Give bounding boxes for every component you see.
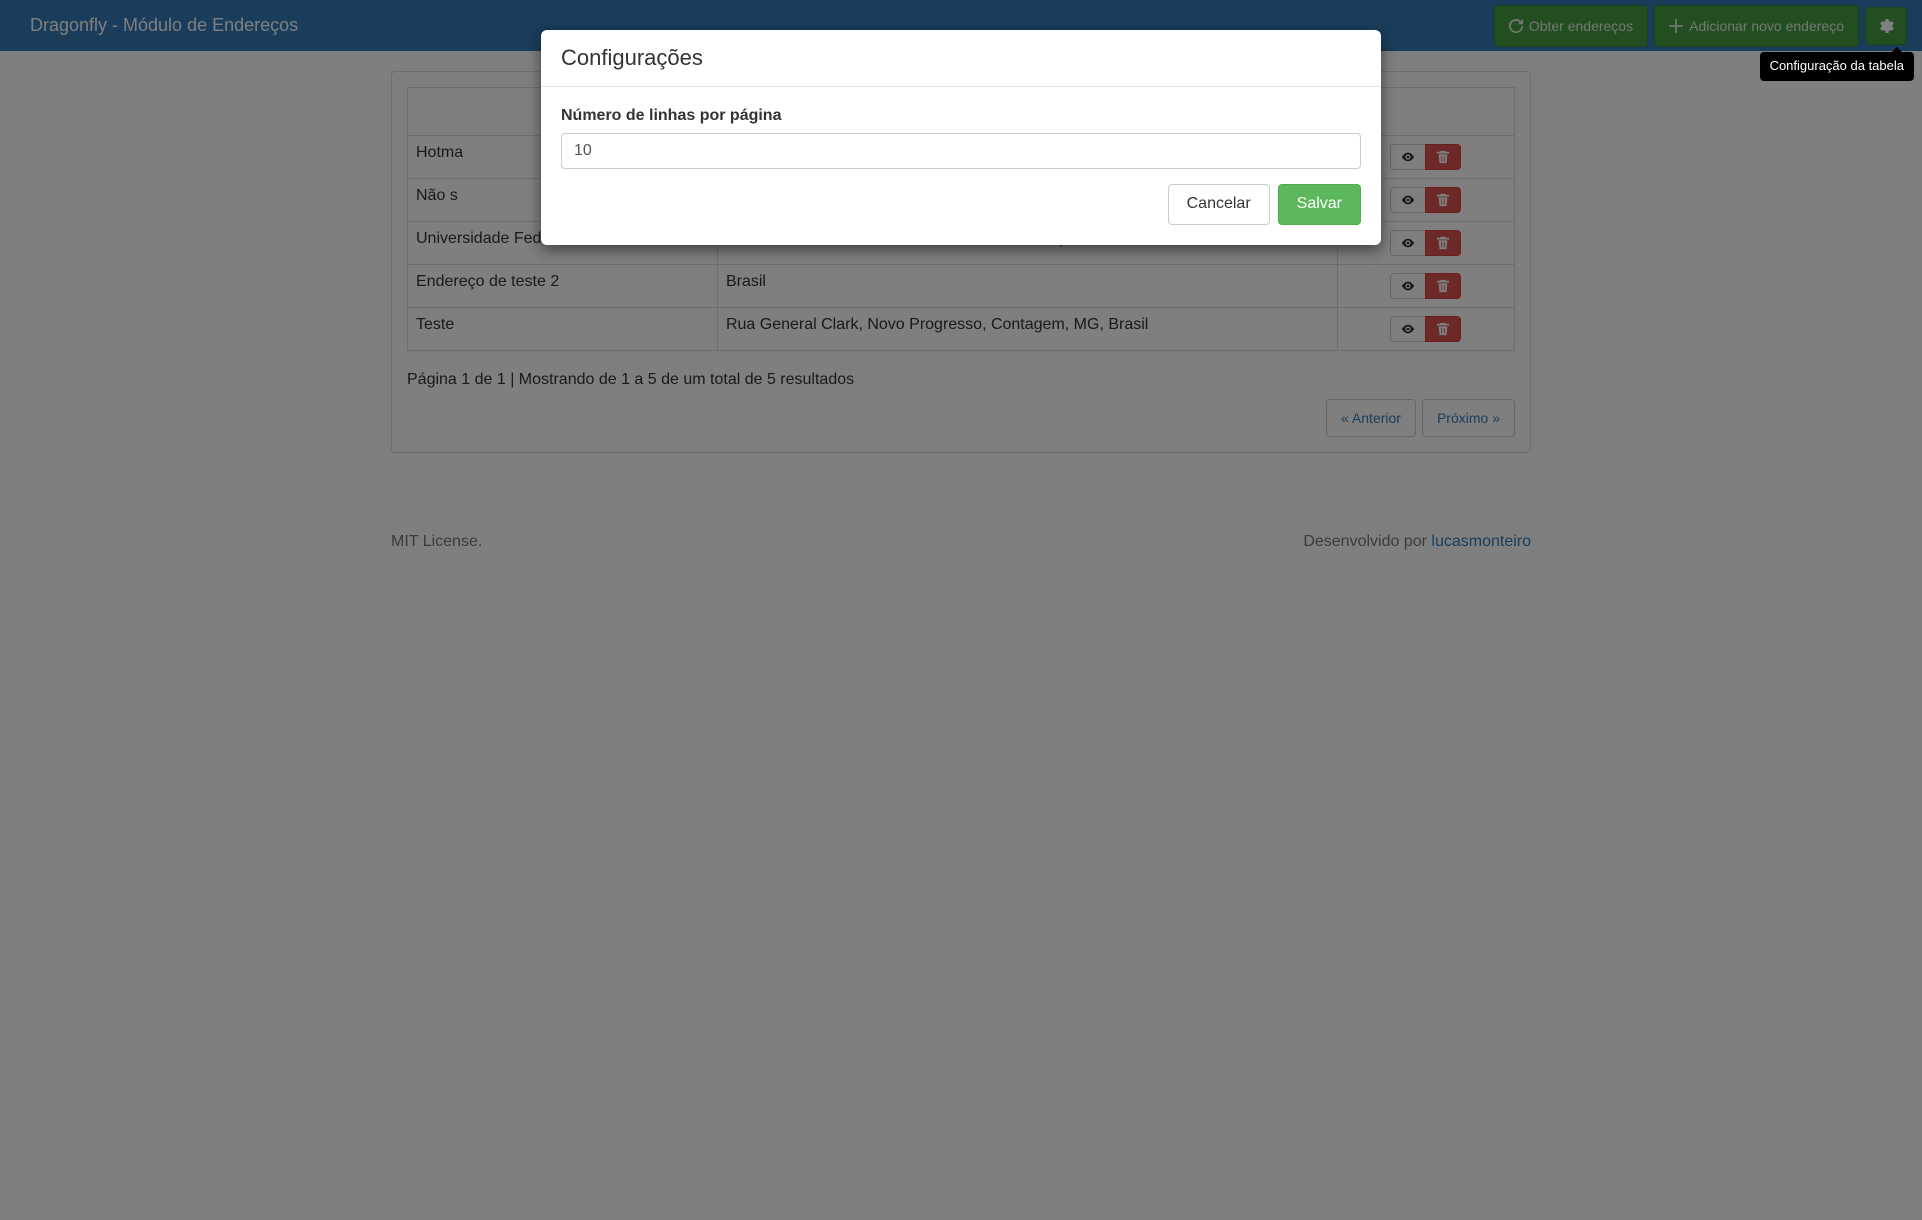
rows-per-page-input[interactable] <box>561 133 1361 169</box>
rows-per-page-label: Número de linhas por página <box>561 107 1361 125</box>
modal-header: Configurações <box>541 30 1381 87</box>
save-button[interactable]: Salvar <box>1278 184 1361 225</box>
settings-modal: Configurações Número de linhas por págin… <box>541 30 1381 245</box>
tooltip-text: Configuração da tabela <box>1770 58 1904 73</box>
modal-body: Número de linhas por página Cancelar Sal… <box>541 87 1381 245</box>
cancel-button[interactable]: Cancelar <box>1168 184 1270 225</box>
settings-tooltip: Configuração da tabela <box>1760 52 1914 81</box>
modal-title: Configurações <box>561 45 1361 71</box>
